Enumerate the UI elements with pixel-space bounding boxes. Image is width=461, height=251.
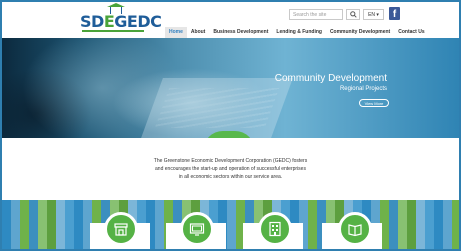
- hero-subtitle: Regional Projects: [339, 86, 387, 92]
- service-circle[interactable]: [338, 212, 372, 246]
- logo-wordmark: SDEGEDC: [80, 12, 162, 31]
- search-button[interactable]: [346, 9, 360, 20]
- service-circle[interactable]: [258, 212, 292, 246]
- browser-frame: SDEGEDC Search the site EN ▾ f Home Abou…: [0, 0, 461, 251]
- facebook-icon[interactable]: f: [389, 7, 400, 20]
- site-logo[interactable]: SDEGEDC: [80, 3, 162, 34]
- hero-title: Community Development: [274, 73, 387, 84]
- search-input[interactable]: Search the site: [289, 9, 343, 20]
- intro-section: The Greenstone Economic Development Corp…: [2, 138, 459, 200]
- service-circle[interactable]: [104, 212, 138, 246]
- store-icon: [114, 223, 128, 236]
- nav-item-contact-us[interactable]: Contact Us: [394, 27, 428, 38]
- intro-text-line: in all economic sectors within our servi…: [178, 174, 283, 180]
- building-icon: [269, 221, 281, 237]
- nav-item-community-development[interactable]: Community Development: [326, 27, 394, 38]
- nav-item-business-development[interactable]: Business Development: [209, 27, 272, 38]
- view-more-button[interactable]: View More: [359, 99, 389, 107]
- hero-photo-highlight: [112, 68, 272, 138]
- services-stripe-background: [2, 200, 459, 249]
- intro-text-line: and encourages the start-up and operatio…: [155, 166, 306, 172]
- search-icon: [350, 11, 357, 18]
- book-icon: [348, 224, 362, 237]
- language-select[interactable]: EN ▾: [363, 9, 384, 20]
- main-nav: Home About Business Development Lending …: [165, 27, 429, 38]
- service-circle[interactable]: [180, 212, 214, 246]
- intro-text-line: The Greenstone Economic Development Corp…: [153, 158, 308, 164]
- hero-banner: Community Development Regional Projects …: [2, 38, 459, 138]
- nav-item-lending-funding[interactable]: Lending & Funding: [272, 27, 326, 38]
- nav-item-about[interactable]: About: [187, 27, 209, 38]
- nav-item-home[interactable]: Home: [165, 27, 187, 38]
- logo-underline: [82, 30, 144, 32]
- monitor-icon: [189, 223, 205, 236]
- site-header: SDEGEDC Search the site EN ▾ f Home Abou…: [2, 2, 459, 38]
